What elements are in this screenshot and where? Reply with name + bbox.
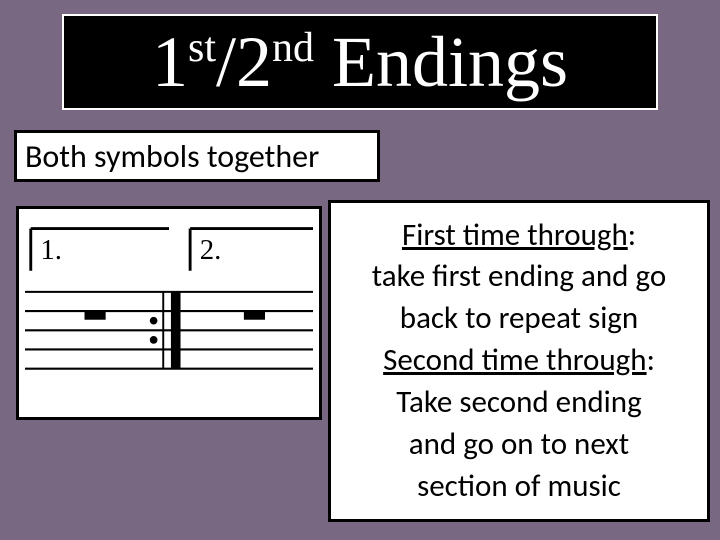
ending-2-label: 2.: [200, 234, 222, 266]
endings-diagram-icon: 1. 2.: [25, 217, 313, 409]
desc-first-heading: First time through: [402, 216, 628, 254]
desc-line: section of music: [417, 466, 621, 508]
title-1: 1: [152, 22, 188, 102]
subtitle-box: Both symbols together: [14, 130, 380, 182]
title-st: st: [188, 25, 216, 71]
title-banner: 1st/2nd Endings: [62, 14, 658, 110]
whole-rest-icon: [85, 311, 106, 320]
ending-1-label: 1.: [40, 234, 62, 266]
desc-line: First time through:: [402, 215, 636, 257]
title-slash: /: [216, 22, 236, 102]
music-notation-diagram: 1. 2.: [16, 206, 322, 420]
desc-line: back to repeat sign: [400, 298, 638, 340]
desc-line: and go on to next: [409, 424, 629, 466]
description-box: First time through: take first ending an…: [328, 200, 710, 522]
subtitle-text: Both symbols together: [25, 137, 319, 176]
title-nd: nd: [272, 25, 314, 71]
desc-line: Second time through:: [383, 340, 655, 382]
title-endings: Endings: [314, 22, 568, 102]
whole-rest-icon: [244, 311, 265, 320]
desc-line: take first ending and go: [372, 256, 666, 298]
page-title: 1st/2nd Endings: [152, 26, 568, 98]
desc-line: Take second ending: [396, 382, 641, 424]
desc-second-heading: Second time through: [383, 341, 646, 379]
title-2: 2: [236, 22, 272, 102]
